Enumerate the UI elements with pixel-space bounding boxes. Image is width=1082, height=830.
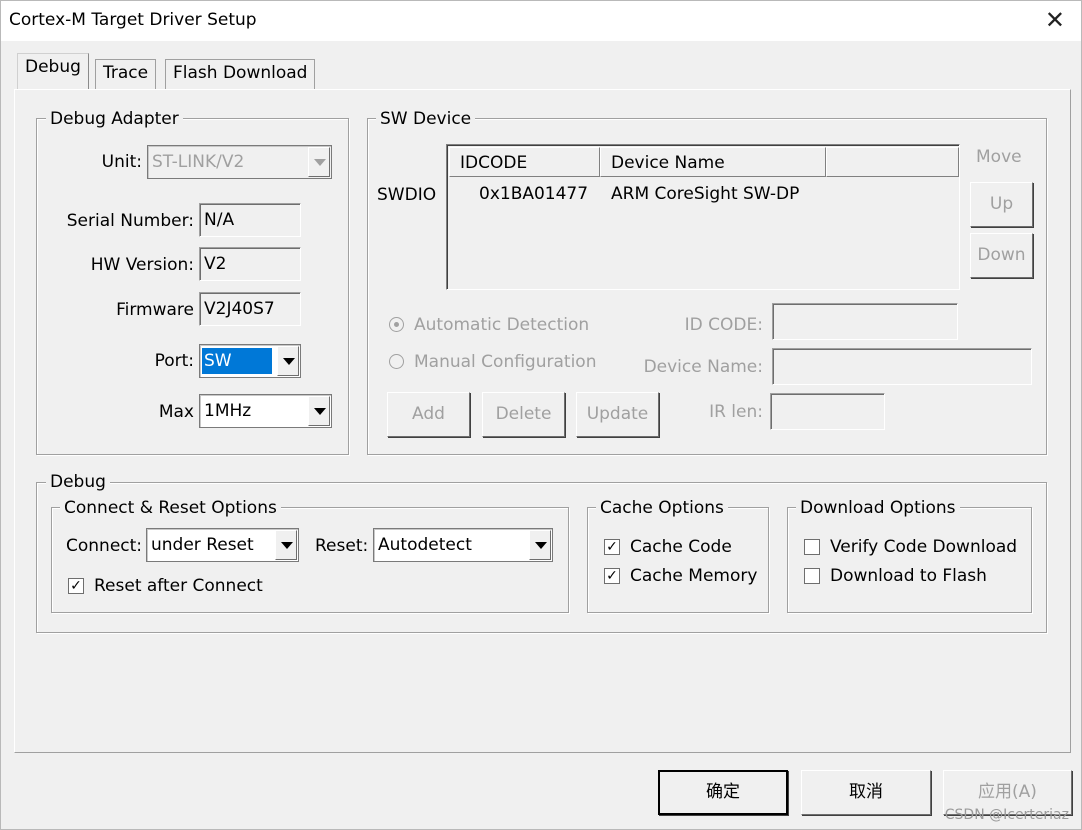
download-to-flash-checkbox[interactable] [804,568,820,584]
chevron-down-icon[interactable] [529,530,551,560]
unit-select: ST-LINK/V2 [147,145,332,179]
debug-adapter-label: Debug Adapter [46,109,183,129]
connect-label: Connect: [66,536,143,556]
debug-group-label: Debug [46,472,110,492]
id-code-label: ID CODE: [684,315,763,335]
auto-detect-label: Automatic Detection [414,315,590,335]
manual-config-label: Manual Configuration [414,352,597,372]
dialog-window: Cortex-M Target Driver Setup ✕ Debug Tra… [0,0,1082,830]
device-name-label: Device Name: [643,357,763,377]
move-down-button[interactable]: Down [970,233,1033,278]
manual-config-radio[interactable] [389,354,404,369]
move-up-button[interactable]: Up [970,182,1033,227]
port-label: Port: [154,351,194,371]
id-code-field [772,303,958,340]
verify-code-download-checkbox[interactable] [804,539,820,555]
ok-button[interactable]: 确定 [658,770,788,815]
download-options-group [787,507,1032,613]
connect-reset-label: Connect & Reset Options [60,498,281,518]
hw-version-field: V2 [199,247,301,281]
title-bar: Cortex-M Target Driver Setup ✕ [1,1,1081,41]
sw-device-label: SW Device [376,109,476,129]
swdio-label: SWDIO [377,185,437,205]
cache-options-label: Cache Options [596,498,728,518]
delete-button[interactable]: Delete [482,392,565,437]
chevron-down-icon [308,147,330,177]
connect-select[interactable]: under Reset [146,528,299,562]
port-select[interactable]: SW [199,344,301,378]
tab-trace[interactable]: Trace [95,59,157,89]
reset-select[interactable]: Autodetect [373,528,553,562]
row-idcode[interactable]: 0x1BA01477 [479,184,588,204]
watermark: CSDN @Icerteriaz [944,807,1069,823]
chevron-down-icon[interactable] [275,530,297,560]
ir-len-label: IR len: [709,402,763,422]
cache-options-group [587,507,769,613]
tab-debug[interactable]: Debug [17,53,89,89]
column-header-empty [826,147,959,177]
max-clock-select[interactable]: 1MHz [199,394,332,428]
close-icon[interactable]: ✕ [1045,6,1065,34]
tab-flash-download[interactable]: Flash Download [165,59,316,89]
reset-after-connect-label: Reset after Connect [94,576,263,596]
cancel-button[interactable]: 取消 [801,770,931,815]
max-clock-label: Max [158,402,194,422]
device-list[interactable]: IDCODE Device Name 0x1BA01477 ARM CoreSi… [446,144,960,290]
column-header-idcode[interactable]: IDCODE [449,147,600,177]
serial-number-label: Serial Number: [66,211,194,231]
verify-code-download-label: Verify Code Download [830,537,1018,557]
reset-after-connect-checkbox[interactable]: ✓ [68,578,84,594]
move-label: Move [976,147,1022,167]
reset-label: Reset: [315,536,369,556]
unit-label: Unit: [101,152,142,172]
cache-memory-checkbox[interactable]: ✓ [604,568,620,584]
cache-memory-label: Cache Memory [630,566,758,586]
device-name-field [772,348,1032,385]
row-device-name[interactable]: ARM CoreSight SW-DP [611,184,799,204]
chevron-down-icon[interactable] [277,346,299,376]
firmware-label: Firmware [116,300,194,320]
serial-number-field: N/A [199,203,301,237]
column-header-device-name[interactable]: Device Name [600,147,826,177]
cache-code-checkbox[interactable]: ✓ [604,539,620,555]
ir-len-field [770,393,885,430]
chevron-down-icon[interactable] [308,396,330,426]
auto-detect-radio[interactable] [389,317,404,332]
add-button[interactable]: Add [387,392,470,437]
firmware-field: V2J40S7 [199,292,301,326]
window-title: Cortex-M Target Driver Setup [9,10,257,30]
download-options-label: Download Options [796,498,960,518]
hw-version-label: HW Version: [90,255,194,275]
download-to-flash-label: Download to Flash [830,566,987,586]
cache-code-label: Cache Code [630,537,732,557]
update-button[interactable]: Update [576,392,659,437]
